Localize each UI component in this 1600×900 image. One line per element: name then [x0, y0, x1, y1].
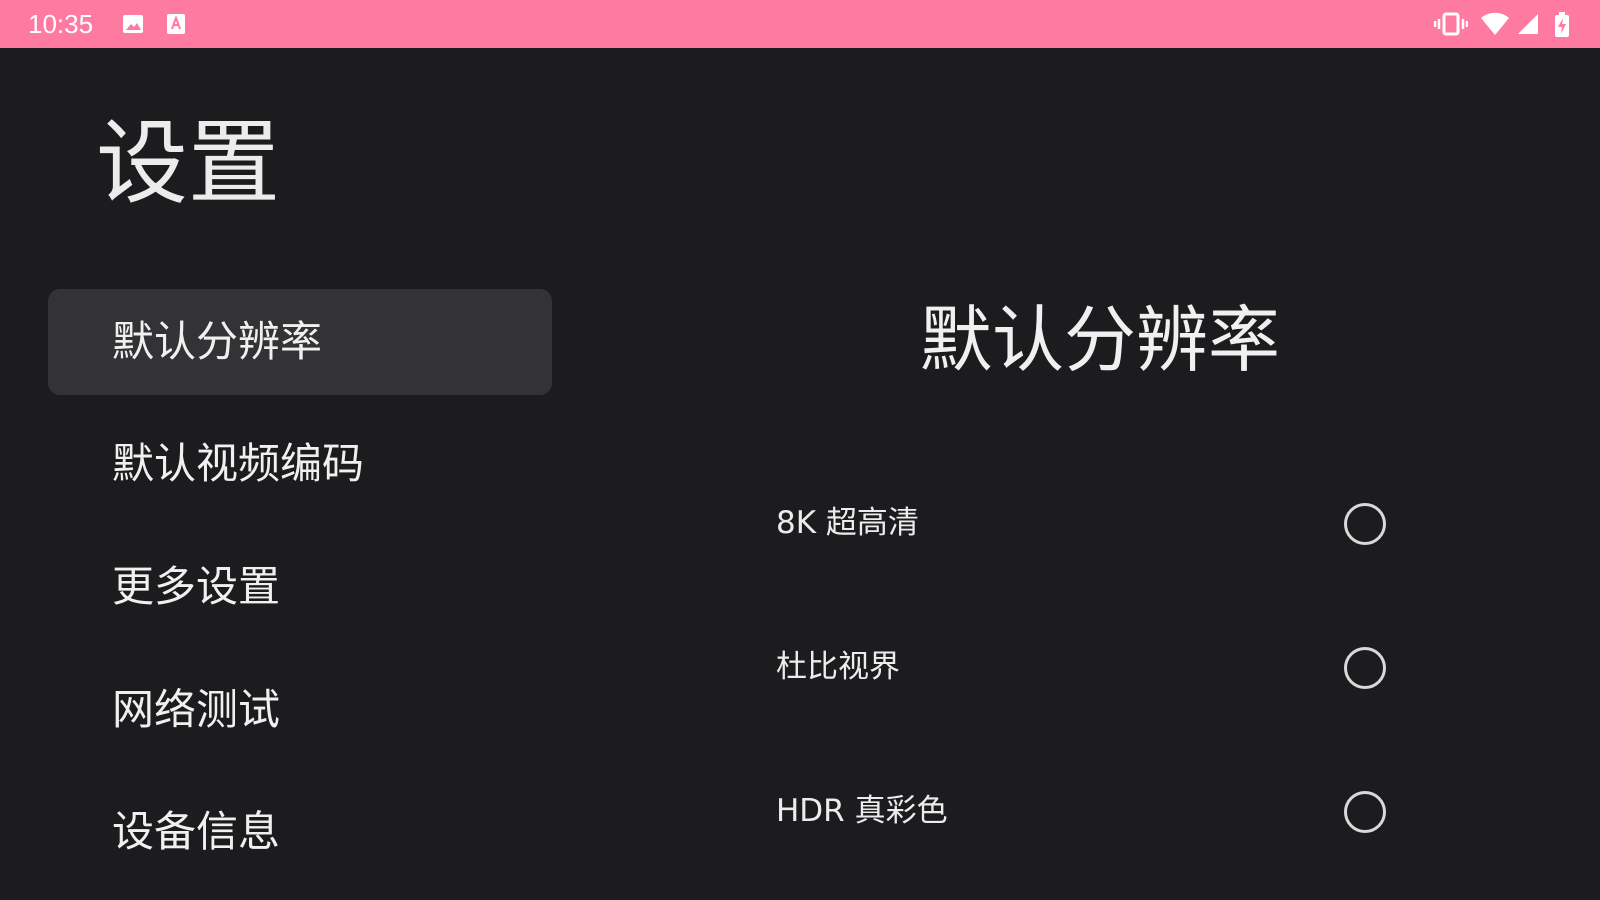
page-title: 设置	[96, 110, 281, 217]
sidebar-item-label: 默认视频编码	[112, 439, 365, 488]
option-label: 8K 超高清	[776, 505, 919, 541]
section-title: 默认分辨率	[919, 298, 1280, 382]
sidebar-item-more-settings[interactable]: 更多设置	[48, 534, 552, 640]
image-icon	[121, 12, 145, 36]
sidebar-item-label: 网络测试	[112, 685, 281, 734]
sidebar-item-label: 更多设置	[112, 562, 281, 611]
radio-button[interactable]	[1344, 503, 1386, 545]
wifi-icon	[1480, 12, 1509, 36]
vibrate-icon	[1433, 12, 1469, 36]
sidebar-item-device-info[interactable]: 设备信息	[48, 779, 552, 885]
text-a-icon	[164, 12, 188, 36]
option-label: HDR 真彩色	[776, 793, 948, 829]
option-row-hdr[interactable]: HDR 真彩色	[776, 771, 1386, 851]
sidebar-item-default-video-codec[interactable]: 默认视频编码	[48, 411, 552, 517]
signal-icon	[1516, 12, 1540, 36]
status-time: 10:35	[28, 9, 94, 39]
main-panel: 设置 默认分辨率 默认视频编码 更多设置 网络测试 设备信息 默认分辨率 8K …	[0, 48, 1600, 900]
battery-charging-icon	[1554, 12, 1578, 37]
sidebar-item-label: 设备信息	[112, 807, 281, 856]
radio-button[interactable]	[1344, 647, 1386, 689]
option-label: 杜比视界	[776, 649, 900, 685]
status-bar: 10:35	[0, 0, 1600, 48]
sidebar-item-label: 默认分辨率	[112, 317, 323, 366]
option-row-8k[interactable]: 8K 超高清	[776, 483, 1386, 563]
option-row-dolby-vision[interactable]: 杜比视界	[776, 627, 1386, 707]
sidebar-item-default-resolution[interactable]: 默认分辨率	[48, 289, 552, 395]
sidebar-item-network-test[interactable]: 网络测试	[48, 657, 552, 763]
radio-button[interactable]	[1344, 791, 1386, 833]
